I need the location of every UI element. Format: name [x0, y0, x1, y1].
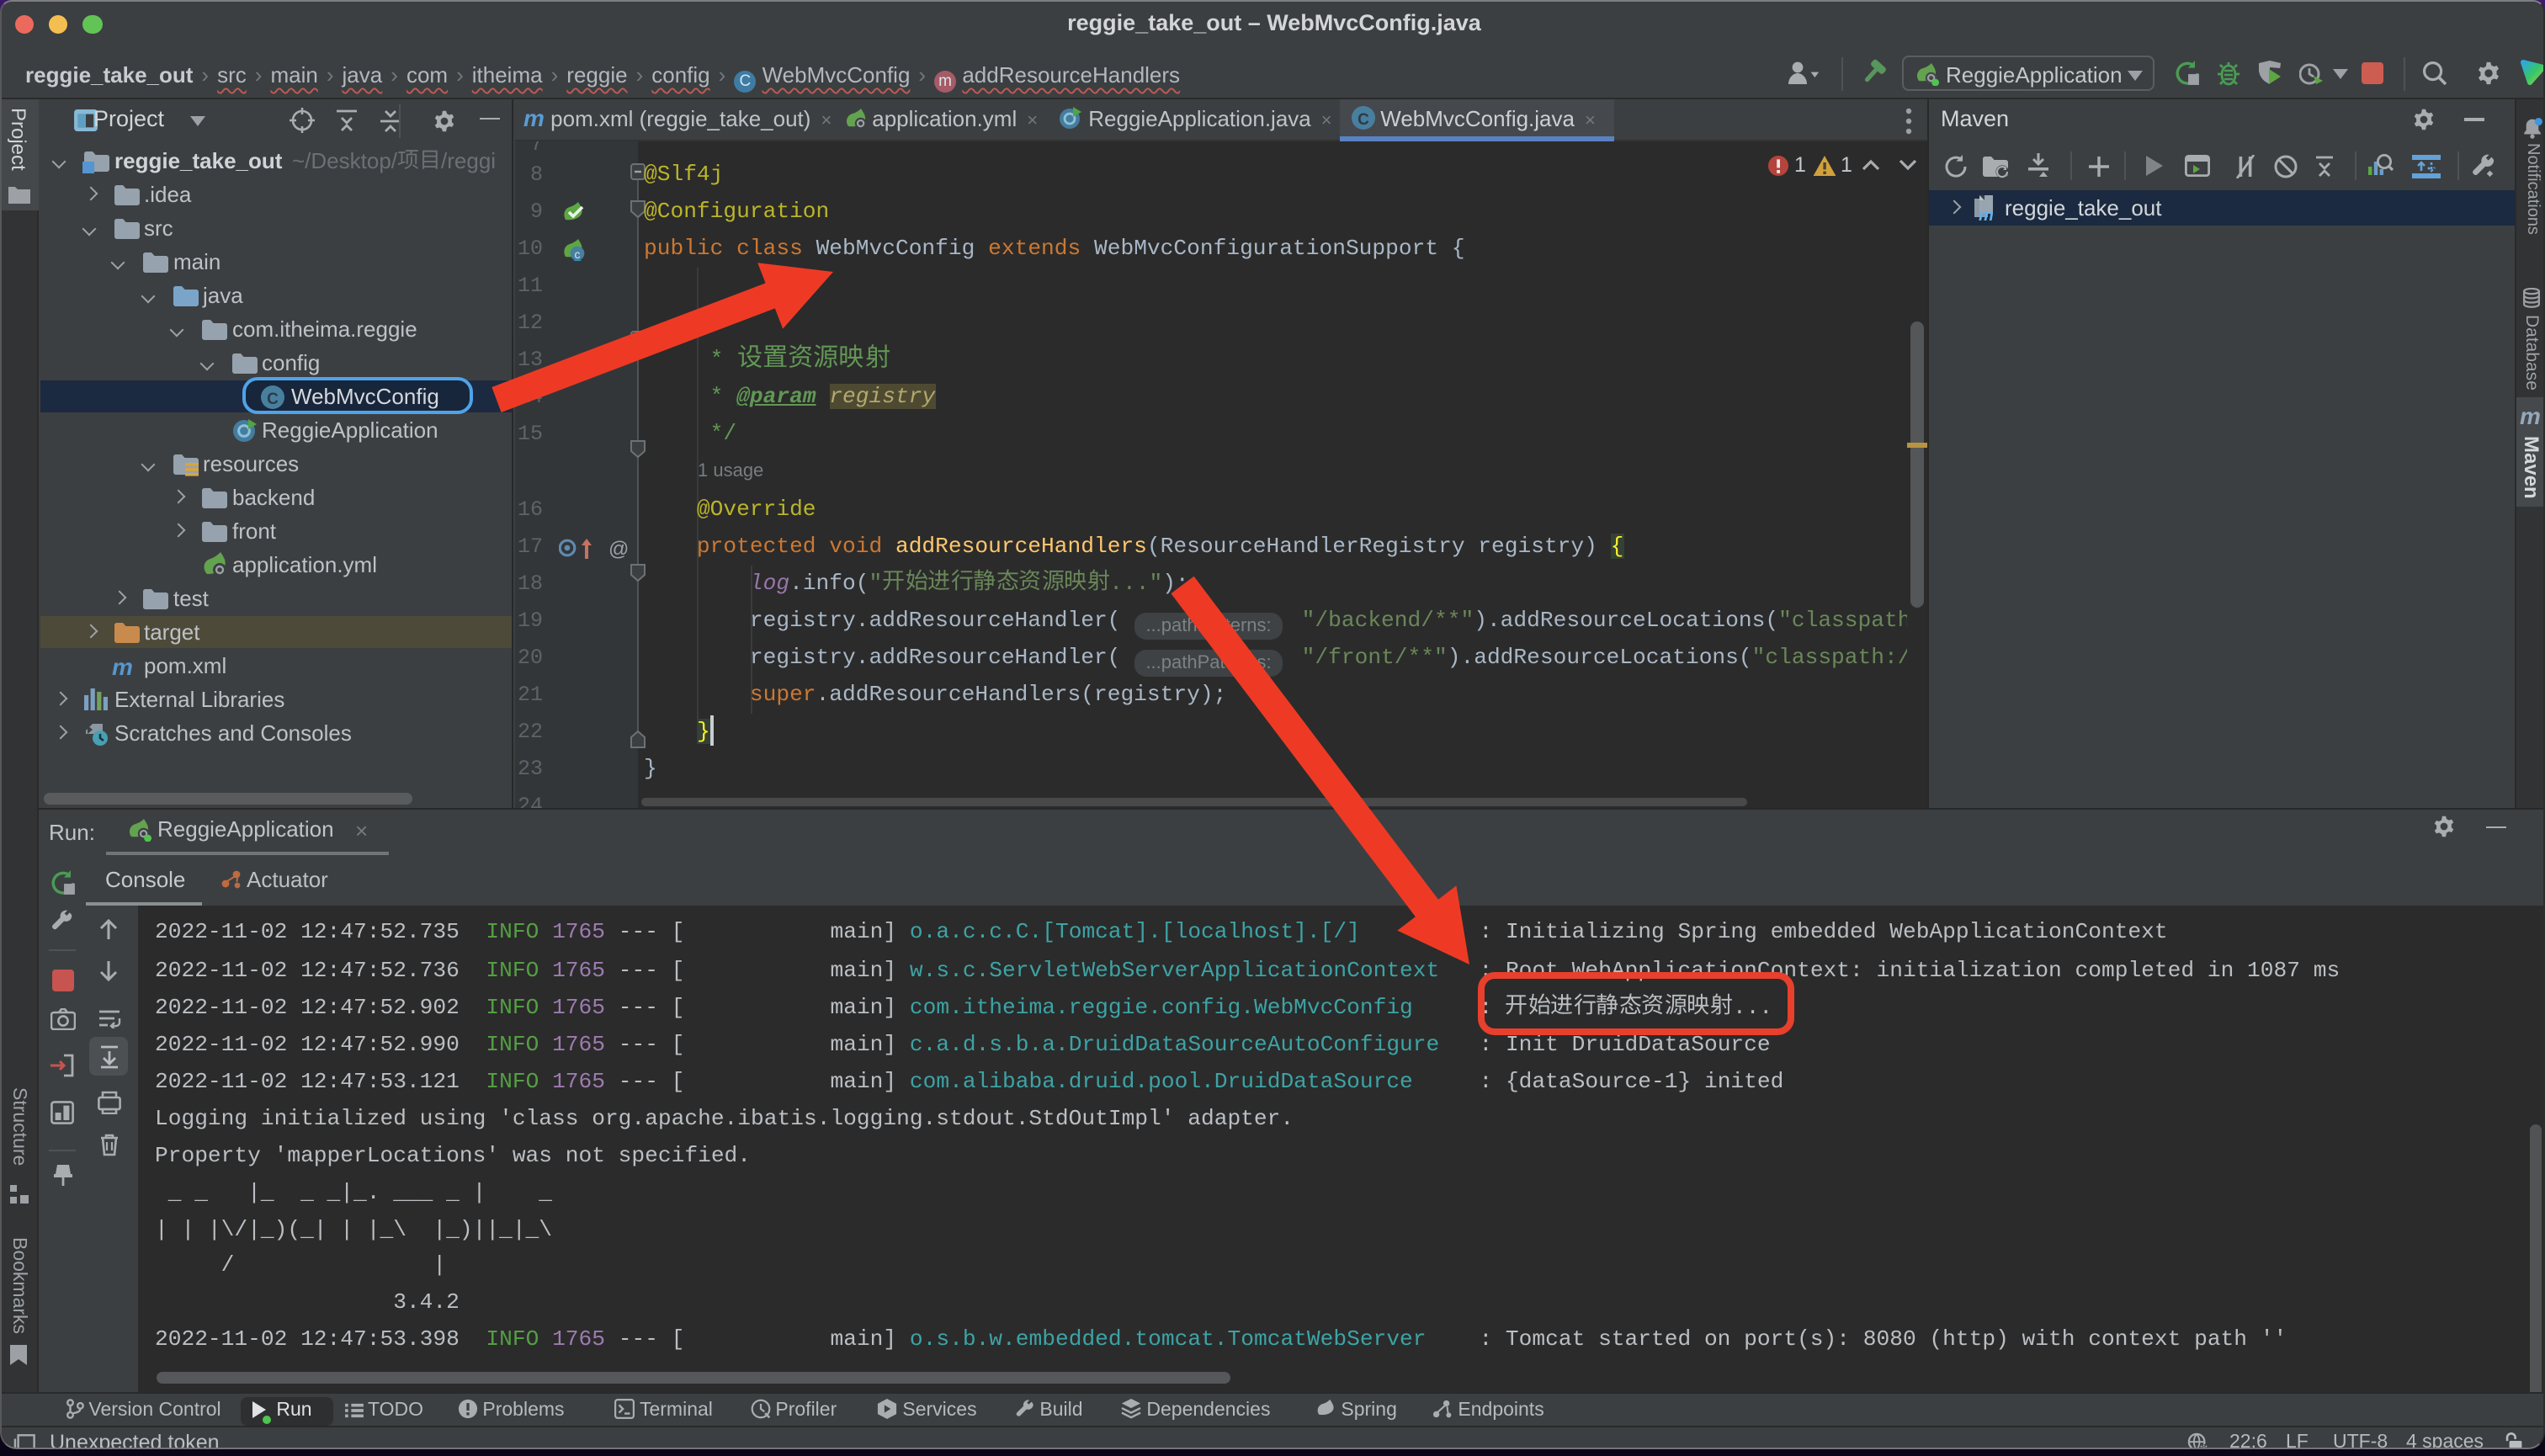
svg-text:m: m	[1979, 206, 1994, 222]
svg-text:C: C	[267, 390, 279, 407]
svg-text:c: c	[574, 247, 580, 261]
svg-text:C: C	[1357, 110, 1368, 128]
